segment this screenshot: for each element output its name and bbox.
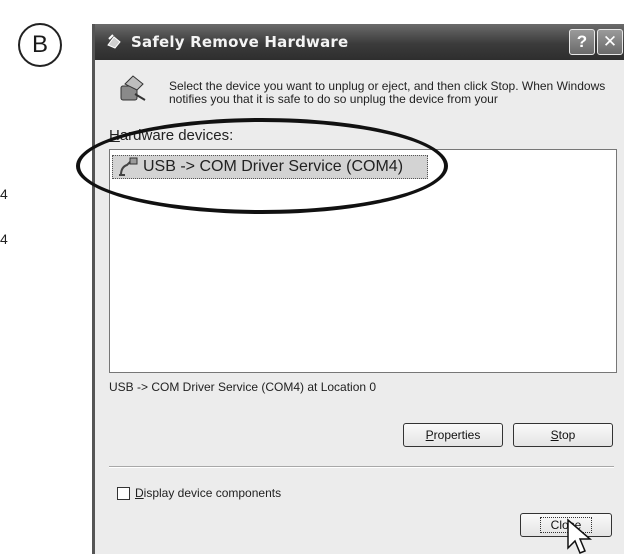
- properties-button[interactable]: Properties: [403, 423, 503, 447]
- mouse-pointer-icon: [567, 518, 593, 554]
- remove-hardware-icon: [107, 34, 121, 49]
- device-location-text: USB -> COM Driver Service (COM4) at Loca…: [109, 380, 377, 394]
- title-bar: Safely Remove Hardware ? ✕: [95, 24, 624, 60]
- display-components-checkbox[interactable]: [117, 486, 130, 500]
- step-badge: B: [18, 23, 62, 67]
- display-components-label: Display device components: [135, 486, 282, 500]
- stop-button[interactable]: Stop: [513, 423, 613, 447]
- separator: [109, 466, 614, 468]
- window-title: Safely Remove Hardware: [131, 33, 349, 51]
- close-window-button[interactable]: ✕: [597, 29, 623, 55]
- margin-text: 4: [0, 186, 8, 202]
- highlight-ellipse: [76, 118, 448, 214]
- instruction-text: Select the device you want to unplug or …: [169, 80, 606, 106]
- margin-text: 4: [0, 231, 8, 247]
- help-button[interactable]: ?: [569, 29, 595, 55]
- safely-remove-hardware-dialog: Safely Remove Hardware ? ✕ Select the de…: [92, 24, 624, 554]
- display-components-option[interactable]: Display device components: [117, 486, 281, 500]
- eject-hardware-icon: [120, 75, 146, 101]
